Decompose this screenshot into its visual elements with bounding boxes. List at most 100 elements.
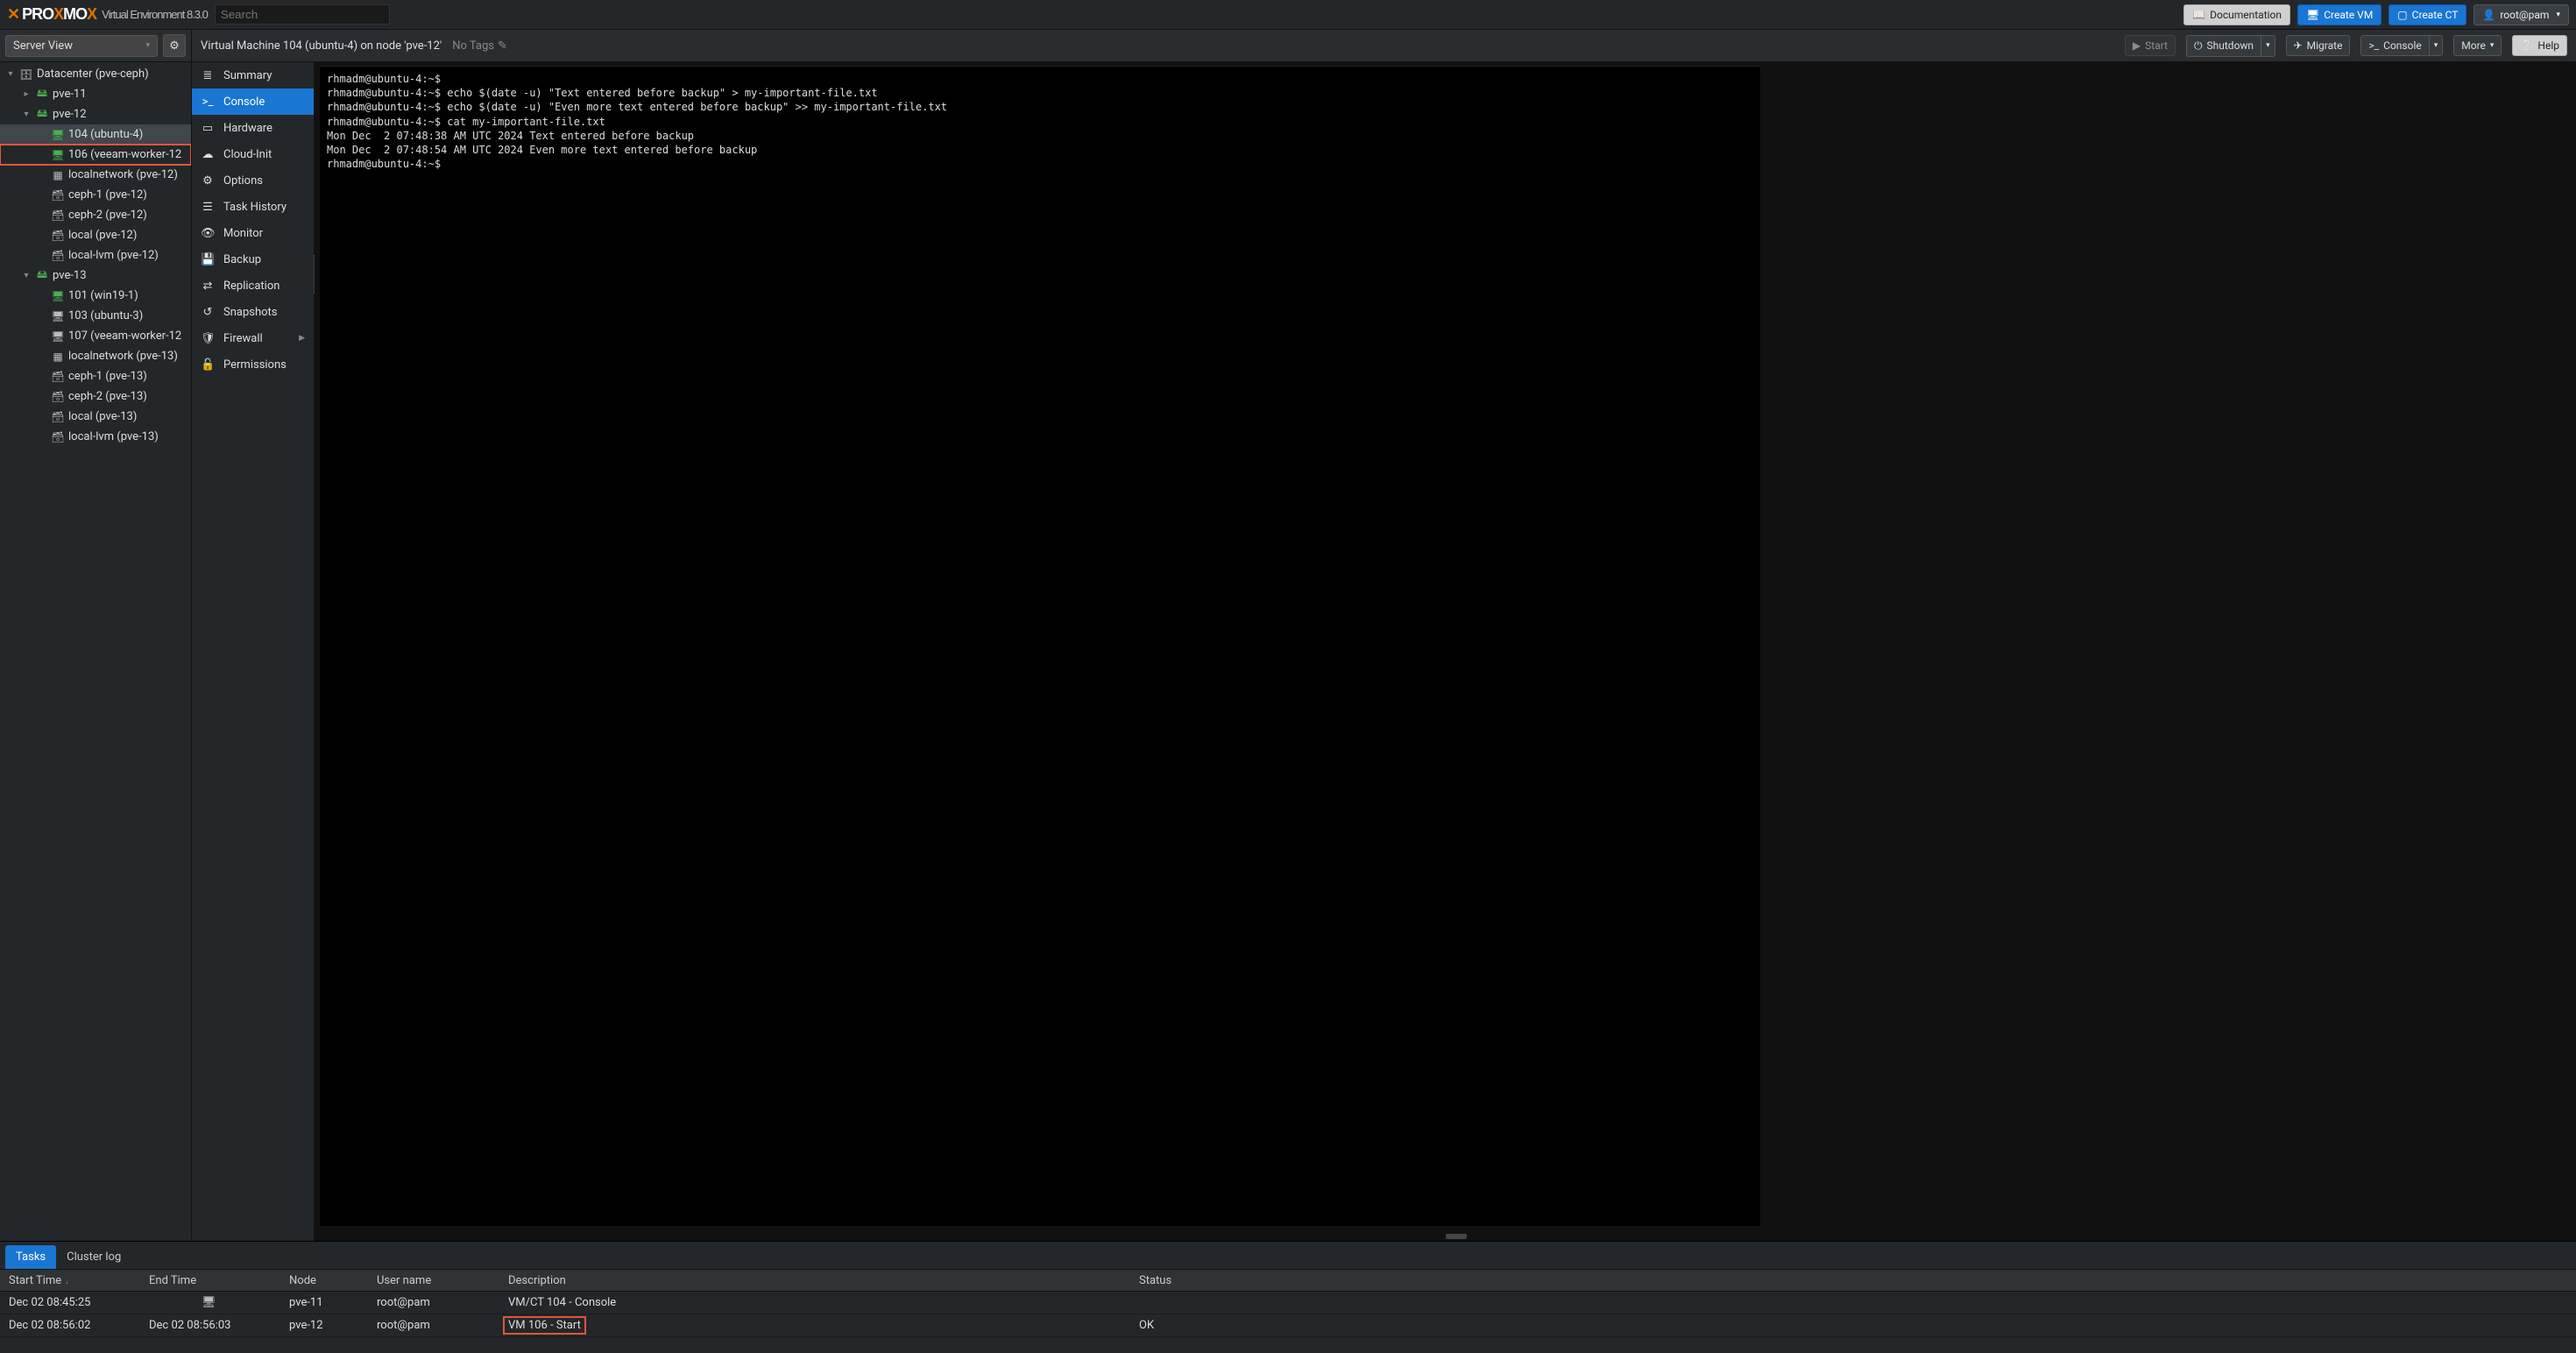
tree-item[interactable]: 🖥106 (veeam-worker-12 xyxy=(0,145,191,165)
power-icon: ⏻ xyxy=(2194,39,2203,53)
task-desc-label: VM/CT 104 - Console xyxy=(508,1296,1139,1309)
menu-item-replication[interactable]: ⇄Replication xyxy=(192,273,314,299)
task-row[interactable]: Dec 02 08:56:02Dec 02 08:56:03pve-12root… xyxy=(0,1314,2576,1337)
menu-item-hardware[interactable]: ▭Hardware xyxy=(192,115,314,141)
tab-tasks[interactable]: Tasks xyxy=(5,1245,56,1269)
tree-item-label: ceph-1 (pve-12) xyxy=(68,188,147,202)
menu-item-summary[interactable]: ≣Summary xyxy=(192,62,314,89)
tree-item[interactable]: 🗃ceph-2 (pve-13) xyxy=(0,386,191,407)
storage-icon: 🗃 xyxy=(51,230,65,242)
tree-item[interactable]: ▾🗄Datacenter (pve-ceph) xyxy=(0,64,191,84)
tree-item[interactable]: ▾🖴pve-12 xyxy=(0,104,191,124)
tree-item[interactable]: 🖥104 (ubuntu-4) xyxy=(0,124,191,145)
tree-item[interactable]: 🖥103 (ubuntu-3) xyxy=(0,306,191,326)
sort-down-icon: ↓ xyxy=(65,1278,69,1286)
tree-item[interactable]: ▾🖴pve-13 xyxy=(0,266,191,286)
more-button[interactable]: More ▾ xyxy=(2453,35,2502,56)
settings-button[interactable]: ⚙ xyxy=(163,34,186,57)
documentation-button[interactable]: 📖 Documentation xyxy=(2183,4,2290,25)
menu-item-options[interactable]: ⚙Options xyxy=(192,167,314,194)
menu-item-monitor[interactable]: 👁Monitor xyxy=(192,220,314,246)
server-icon: 🖴 xyxy=(35,105,49,124)
tags-area[interactable]: No Tags ✎ xyxy=(452,39,507,53)
monitor-icon: 🖥 xyxy=(51,149,65,161)
menu-item-label: Permissions xyxy=(223,358,287,372)
col-desc[interactable]: Description xyxy=(508,1274,1139,1287)
tree-item[interactable]: 🗃ceph-2 (pve-12) xyxy=(0,205,191,225)
console-terminal[interactable]: rhmadm@ubuntu-4:~$ rhmadm@ubuntu-4:~$ ec… xyxy=(320,66,1760,1226)
help-button[interactable]: ❔ Help xyxy=(2512,35,2567,56)
create-vm-label: Create VM xyxy=(2324,9,2373,21)
task-log-rows: Dec 02 08:45:25 🖥 pve-11root@pamVM/CT 104 … xyxy=(0,1292,2576,1337)
tree-item[interactable]: 🗃local (pve-12) xyxy=(0,225,191,245)
menu-icon: ↺ xyxy=(201,306,215,319)
task-end: Dec 02 08:56:03 xyxy=(149,1319,289,1332)
send-icon: ✈ xyxy=(2294,39,2303,52)
monitor-icon: 🖥 xyxy=(2306,9,2319,21)
chevron-down-icon: ▾ xyxy=(2434,41,2438,50)
vm-menu: ≣Summary >_ Console ▭Hardware☁Cloud-Init⚙Op… xyxy=(192,62,315,1241)
expander-icon[interactable]: ▾ xyxy=(21,110,32,119)
console-panel: rhmadm@ubuntu-4:~$ rhmadm@ubuntu-4:~$ ec… xyxy=(315,62,2576,1241)
tree-item-label: localnetwork (pve-13) xyxy=(68,350,178,363)
storage-icon: 🗃 xyxy=(51,189,65,202)
tree-item[interactable]: ▦localnetwork (pve-13) xyxy=(0,346,191,366)
storage-icon: 🗃 xyxy=(51,209,65,222)
gear-icon: ⚙ xyxy=(169,39,180,53)
col-node[interactable]: Node xyxy=(289,1274,377,1287)
resource-tree[interactable]: ▾🗄Datacenter (pve-ceph)▸🖴pve-11▾🖴pve-12🖥… xyxy=(0,62,192,1241)
col-user[interactable]: User name xyxy=(377,1274,508,1287)
view-dropdown[interactable]: Server View ▾ xyxy=(5,35,158,57)
monitor-icon: 🖥 xyxy=(202,1296,216,1309)
migrate-button[interactable]: ✈ Migrate xyxy=(2286,35,2351,56)
task-node: pve-11 xyxy=(289,1296,377,1309)
start-button[interactable]: ▶ Start xyxy=(2125,35,2176,56)
col-end[interactable]: End Time xyxy=(149,1274,289,1287)
task-row[interactable]: Dec 02 08:45:25 🖥 pve-11root@pamVM/CT 104 … xyxy=(0,1292,2576,1314)
console-split-button[interactable]: >_Console ▾ xyxy=(2360,35,2443,56)
menu-icon: >_ xyxy=(201,96,215,109)
search-input[interactable] xyxy=(215,4,390,25)
task-user: root@pam xyxy=(377,1296,508,1309)
menu-item-cloud-init[interactable]: ☁Cloud-Init xyxy=(192,141,314,167)
create-ct-button[interactable]: ▢ Create CT xyxy=(2388,4,2466,25)
tree-item[interactable]: 🖥101 (win19-1) xyxy=(0,286,191,306)
menu-icon: ☰ xyxy=(201,201,215,214)
col-status[interactable]: Status xyxy=(1139,1274,2567,1287)
user-menu-button[interactable]: 👤 root@pam ▾ xyxy=(2473,4,2569,25)
expander-icon[interactable]: ▸ xyxy=(21,89,32,99)
tree-item[interactable]: 🗃ceph-1 (pve-13) xyxy=(0,366,191,386)
menu-item-snapshots[interactable]: ↺ Snapshots xyxy=(192,299,314,325)
tree-item[interactable]: 🗃local (pve-13) xyxy=(0,407,191,427)
task-start: Dec 02 08:45:25 xyxy=(9,1296,149,1309)
menu-item-backup[interactable]: 💾Backup xyxy=(192,246,314,273)
monitor-icon: 🖥 xyxy=(51,290,65,302)
expander-icon[interactable]: ▾ xyxy=(21,271,32,280)
menu-icon: ▭ xyxy=(201,122,215,135)
tree-item[interactable]: 🖥107 (veeam-worker-12 xyxy=(0,326,191,346)
menu-item-permissions[interactable]: 🔓Permissions xyxy=(192,351,314,378)
tree-item[interactable]: 🗃local-lvm (pve-13) xyxy=(0,427,191,447)
user-icon: 👤 xyxy=(2482,9,2495,21)
tab-cluster-log[interactable]: Cluster log xyxy=(56,1245,131,1269)
tree-item[interactable]: ▸🖴pve-11 xyxy=(0,84,191,104)
menu-item-label: Console xyxy=(223,96,265,109)
chevron-down-icon: ▾ xyxy=(2556,11,2560,19)
menu-item-task-history[interactable]: ☰Task History xyxy=(192,194,314,220)
col-start[interactable]: Start Time↓ xyxy=(9,1274,149,1287)
tree-item[interactable]: 🗃ceph-1 (pve-12) xyxy=(0,185,191,205)
datacenter-icon: 🗄 xyxy=(19,68,33,81)
shutdown-split-button[interactable]: ⏻Shutdown ▾ xyxy=(2186,35,2275,57)
more-label: More xyxy=(2461,39,2486,52)
tree-item[interactable]: 🗃local-lvm (pve-12) xyxy=(0,245,191,266)
migrate-label: Migrate xyxy=(2307,39,2343,52)
resize-grip[interactable] xyxy=(1446,1234,1467,1239)
tree-item[interactable]: ▦localnetwork (pve-12) xyxy=(0,165,191,185)
expander-icon[interactable]: ▾ xyxy=(5,69,16,79)
storage-icon: 🗃 xyxy=(51,371,65,383)
menu-item-label: Snapshots xyxy=(223,306,278,319)
console-label: Console xyxy=(2383,39,2422,52)
create-vm-button[interactable]: 🖥 Create VM xyxy=(2297,4,2381,25)
menu-item-console[interactable]: >_ Console xyxy=(192,89,314,115)
menu-item-firewall[interactable]: 🛡Firewall▶ xyxy=(192,325,314,351)
